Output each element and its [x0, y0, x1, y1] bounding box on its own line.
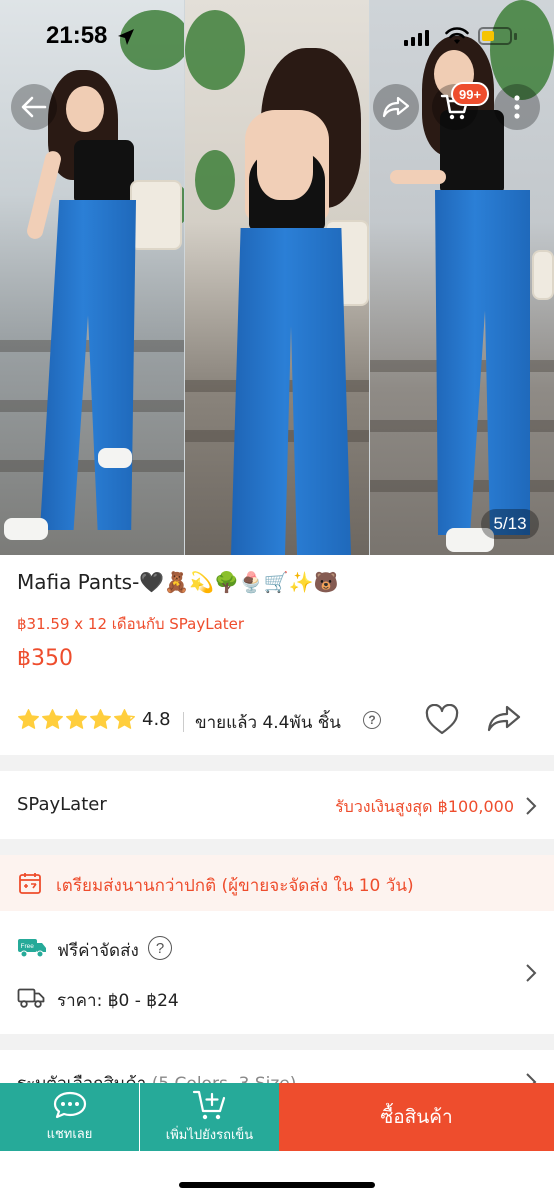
chevron-right-icon	[526, 964, 537, 982]
chat-now-label: แชทเลย	[46, 1127, 93, 1142]
chat-bubble-icon	[53, 1091, 86, 1119]
rating-divider	[183, 712, 184, 732]
shipping-info-row[interactable]: Free ฟรีค่าจัดส่ง ? ราคา: ฿0 - ฿24	[0, 912, 554, 1034]
like-heart-icon[interactable]	[425, 704, 459, 736]
free-badge-text: Free	[21, 943, 35, 950]
star-icon	[66, 709, 87, 729]
add-to-cart-icon	[192, 1090, 225, 1120]
more-vertical-icon	[514, 95, 520, 119]
back-arrow-icon	[21, 96, 47, 118]
share-icon[interactable]	[487, 704, 521, 734]
status-time: 21:58	[46, 22, 108, 49]
preorder-notice-text: เตรียมส่งนานกว่าปกติ (ผู้ขายจะจัดส่ง ใน …	[56, 876, 414, 896]
cart-count-badge: 99+	[451, 82, 490, 106]
rating-row: 4.8 ขายแล้ว 4.4พัน ชิ้น ?	[17, 704, 537, 738]
spaylater-label: SPayLater	[17, 794, 107, 815]
add-to-cart-button[interactable]: เพิ่มไปยังรถเข็น	[140, 1083, 279, 1151]
free-shipping-truck-icon: Free	[18, 939, 46, 958]
share-arrow-icon	[382, 96, 410, 118]
status-bar: 21:58	[0, 0, 554, 76]
chevron-right-icon	[526, 797, 537, 815]
sold-count: ขายแล้ว 4.4พัน ชิ้น	[195, 713, 341, 733]
shipping-help-icon[interactable]: ?	[148, 936, 172, 960]
battery-icon	[478, 27, 512, 45]
share-button[interactable]	[373, 84, 419, 130]
chat-now-button[interactable]: แชทเลย	[0, 1083, 139, 1151]
star-icon	[18, 709, 39, 729]
delivery-truck-icon	[17, 988, 45, 1008]
more-options-button[interactable]	[494, 84, 540, 130]
product-price: ฿350	[17, 646, 73, 671]
image-counter: 5/13	[481, 509, 539, 539]
star-icon	[42, 709, 63, 729]
installment-text: ฿31.59 x 12 เดือนกับ SPayLater	[17, 615, 245, 633]
rating-stars	[17, 708, 136, 731]
spaylater-limit: รับวงเงินสูงสุด ฿100,000	[335, 797, 514, 816]
home-indicator[interactable]	[179, 1182, 375, 1188]
home-indicator-area	[0, 1151, 554, 1200]
section-separator	[0, 1034, 554, 1050]
product-photo-2	[185, 0, 369, 555]
wifi-icon	[445, 27, 469, 44]
location-arrow-icon	[118, 29, 134, 45]
cellular-signal-icon	[404, 30, 429, 46]
back-button[interactable]	[11, 84, 57, 130]
shipping-price: ราคา: ฿0 - ฿24	[57, 991, 179, 1011]
rating-value: 4.8	[142, 709, 171, 730]
section-separator	[0, 839, 554, 855]
battery-nub	[514, 33, 517, 40]
buy-now-button[interactable]: ซื้อสินค้า	[279, 1083, 554, 1151]
free-shipping-label: ฟรีค่าจัดส่ง	[57, 941, 139, 961]
bottom-action-bar: แชทเลย เพิ่มไปยังรถเข็น ซื้อสินค้า	[0, 1083, 554, 1151]
star-icon	[114, 709, 135, 729]
product-photo-1	[0, 0, 184, 555]
sold-help-icon[interactable]: ?	[363, 711, 381, 729]
star-icon	[90, 709, 111, 729]
preorder-notice: เตรียมส่งนานกว่าปกติ (ผู้ขายจะจัดส่ง ใน …	[0, 855, 554, 911]
section-separator	[0, 755, 554, 771]
product-title: Mafia Pants-🖤🧸💫🌳🍨🛒✨🐻	[17, 570, 339, 594]
spaylater-row[interactable]: SPayLater รับวงเงินสูงสุด ฿100,000	[0, 771, 554, 839]
add-to-cart-label: เพิ่มไปยังรถเข็น	[165, 1128, 254, 1143]
calendar-icon	[19, 873, 41, 894]
